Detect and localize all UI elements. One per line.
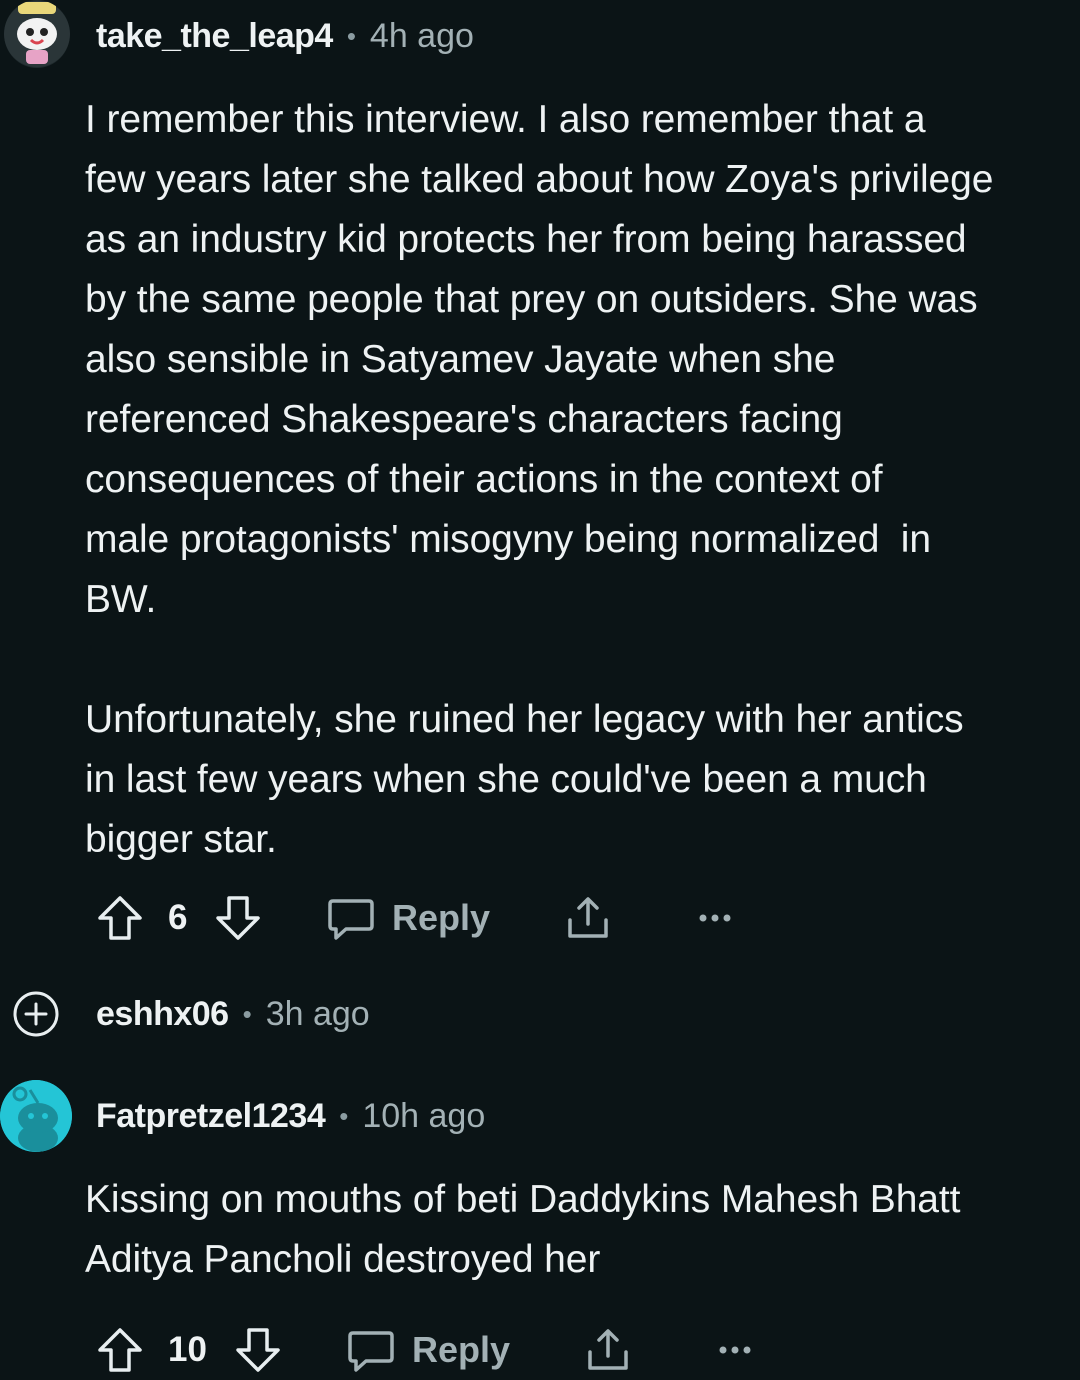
avatar[interactable]	[4, 0, 70, 68]
timestamp: 4h ago	[369, 16, 474, 55]
upvote-arrow-icon	[98, 1328, 142, 1372]
timestamp: 10h ago	[362, 1096, 486, 1135]
upvote-button[interactable]	[96, 1320, 144, 1380]
comment-header: take_the_leap4 • 4h ago	[96, 0, 474, 72]
snoo-avatar-icon	[0, 1080, 72, 1152]
reply-bubble-icon	[348, 1331, 394, 1372]
vote-count: 10	[168, 1330, 207, 1369]
more-options-button[interactable]	[698, 888, 732, 948]
separator-dot: •	[242, 998, 252, 1029]
vote-count: 6	[168, 898, 188, 937]
downvote-arrow-icon	[236, 1328, 280, 1372]
more-dots-icon	[719, 1346, 751, 1354]
separator-dot: •	[339, 1100, 349, 1131]
snoo-avatar-icon	[4, 1, 70, 67]
comment-actions: 10 Reply	[0, 1320, 1080, 1380]
plus-circle-icon	[13, 991, 59, 1037]
reply-button[interactable]: Reply	[346, 1320, 510, 1380]
share-icon	[588, 1329, 628, 1370]
comment-header: Fatpretzel1234 • 10h ago	[96, 1080, 485, 1152]
username[interactable]: take_the_leap4	[96, 17, 333, 56]
downvote-button[interactable]	[214, 888, 262, 948]
upvote-button[interactable]	[96, 888, 144, 948]
comment-body: Kissing on mouths of beti Daddykins Mahe…	[85, 1178, 961, 1281]
downvote-button[interactable]	[234, 1320, 282, 1380]
timestamp: 3h ago	[265, 994, 370, 1033]
more-options-button[interactable]	[718, 1320, 752, 1380]
more-dots-icon	[699, 914, 731, 922]
separator-dot: •	[346, 20, 356, 51]
reply-bubble-icon	[328, 899, 374, 940]
comment-header: eshhx06 • 3h ago	[96, 978, 370, 1050]
upvote-arrow-icon	[98, 896, 142, 940]
username[interactable]: eshhx06	[96, 995, 229, 1034]
avatar[interactable]	[0, 1080, 72, 1152]
comment-body: I remember this interview. I also rememb…	[85, 98, 994, 861]
comment-actions: 6 Reply	[0, 888, 1080, 948]
share-button[interactable]	[584, 1320, 632, 1380]
reply-label: Reply	[392, 897, 491, 938]
reply-label: Reply	[412, 1329, 511, 1370]
share-button[interactable]	[564, 888, 612, 948]
username[interactable]: Fatpretzel1234	[96, 1097, 326, 1136]
downvote-arrow-icon	[216, 896, 260, 940]
expand-thread-button[interactable]	[12, 990, 60, 1038]
share-icon	[568, 897, 608, 938]
reply-button[interactable]: Reply	[326, 888, 490, 948]
